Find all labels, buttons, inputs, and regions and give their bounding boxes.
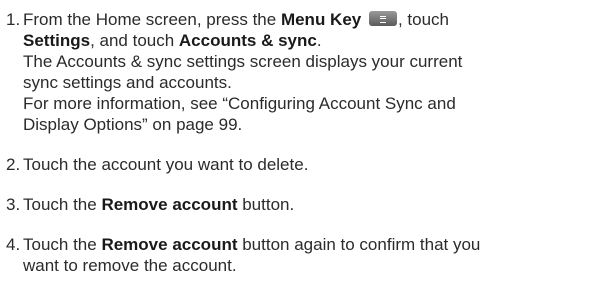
step-number: 3.: [6, 195, 21, 214]
instruction-steps: 1. From the Home screen, press the Menu …: [0, 9, 590, 276]
remove-account-label: Remove account: [101, 235, 238, 254]
menu-key-icon: [368, 11, 397, 26]
step-number: 2.: [6, 155, 21, 174]
step-1-note-2: For more information, see “Configuring A…: [23, 94, 456, 134]
settings-label: Settings: [23, 31, 91, 50]
step-4-text-pre: Touch the: [23, 235, 102, 254]
step-3: 3. Touch the Remove account button.: [0, 194, 590, 215]
step-1-period: .: [316, 31, 322, 50]
step-1-main: From the Home screen, press the Menu Key…: [23, 9, 590, 51]
step-3-text-post: button.: [237, 195, 295, 214]
step-1-text-post: , touch: [397, 10, 450, 29]
remove-account-label: Remove account: [101, 195, 238, 214]
accounts-sync-label: Accounts & sync: [178, 31, 317, 50]
step-1: 1. From the Home screen, press the Menu …: [0, 9, 590, 135]
step-number: 1.: [6, 10, 21, 29]
step-1-text-and-touch: , and touch: [90, 31, 179, 50]
step-1-text-pre: From the Home screen, press the: [23, 10, 281, 29]
step-2-text: Touch the account you want to delete.: [23, 155, 309, 174]
menu-key-label: Menu Key: [280, 10, 362, 29]
step-4: 4. Touch the Remove account button again…: [0, 234, 590, 276]
step-2: 2. Touch the account you want to delete.: [0, 154, 590, 175]
step-1-note-1: The Accounts & sync settings screen disp…: [23, 52, 463, 92]
step-3-text-pre: Touch the: [23, 195, 102, 214]
step-number: 4.: [6, 235, 21, 254]
